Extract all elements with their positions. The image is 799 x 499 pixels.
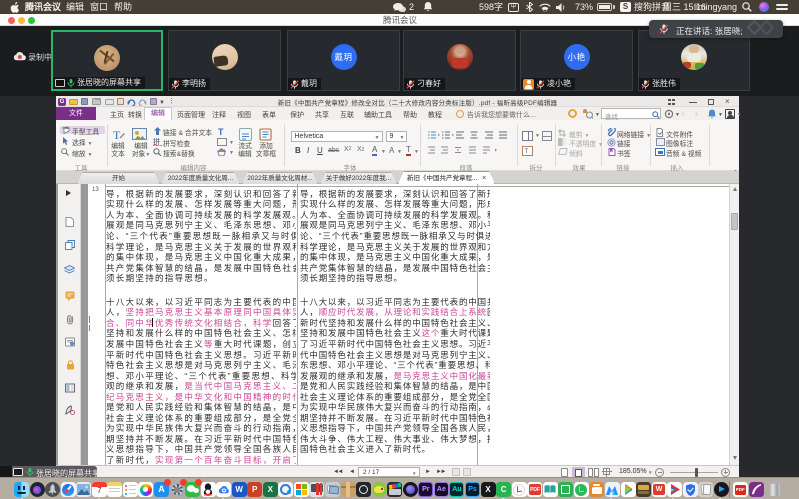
svg-text:T: T bbox=[113, 128, 121, 141]
